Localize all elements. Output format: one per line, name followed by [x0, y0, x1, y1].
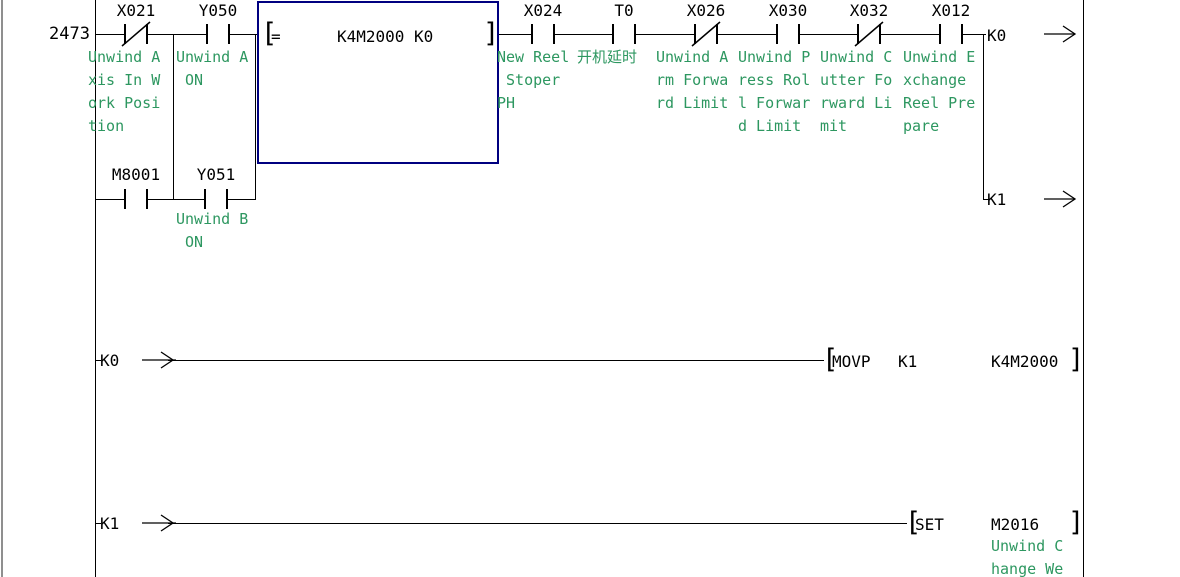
device-label-x026: X026 [670, 2, 742, 20]
comment-y050: Unwind A ON [176, 46, 248, 92]
movp-close-bracket: ] [1068, 346, 1084, 374]
wire-rung1-right [495, 34, 986, 35]
device-label-x012: X012 [915, 2, 987, 20]
device-label-x021: X021 [100, 2, 172, 20]
movp-operand1: K1 [898, 352, 917, 371]
instruction-movp[interactable]: [ MOVP K1 K4M2000 ] [820, 344, 1083, 378]
set-operand1: M2016 [991, 515, 1039, 534]
comment-m2016: Unwind C hange We [991, 535, 1063, 577]
comment-x026: Unwind A rm Forwa rd Limit [656, 46, 728, 115]
device-label-y050: Y050 [182, 2, 254, 20]
continuation-arrow-icon [1044, 190, 1078, 208]
comment-x012: Unwind E xchange Reel Pre pare [903, 46, 975, 138]
set-close-bracket: ] [1068, 509, 1084, 537]
nc-slash-icon [118, 19, 154, 49]
comment-y051: Unwind B ON [176, 208, 248, 254]
nc-slash-icon [851, 19, 887, 49]
comment-x021: Unwind A xis In W ork Posi tion [88, 46, 160, 138]
comment-x030: Unwind P ress Rol l Forwar d Limit [738, 46, 810, 138]
wire-cont1 [168, 360, 824, 361]
set-mnemonic: SET [915, 515, 944, 534]
contact-x021-normally-closed[interactable] [124, 24, 148, 44]
continuation1-label: K0 [100, 351, 119, 370]
device-label-x032: X032 [833, 2, 905, 20]
wire-cont2 [168, 523, 907, 524]
contact-t0-normally-open[interactable] [612, 24, 636, 44]
window-left-edge [1, 0, 3, 577]
contact-y050-normally-open[interactable] [206, 24, 230, 44]
selection-cursor-compare-instruction[interactable]: [ = K4M2000 K0 ] [257, 1, 499, 164]
wire-branch-row [95, 199, 256, 200]
compare-operand2: K0 [414, 27, 433, 46]
contact-x032-normally-closed[interactable] [857, 24, 881, 44]
continuation2-label: K1 [100, 514, 119, 533]
contact-x012-normally-open[interactable] [939, 24, 963, 44]
movp-mnemonic: MOVP [832, 352, 871, 371]
compare-close-bracket: ] [483, 20, 499, 48]
compare-operator: = [271, 27, 281, 46]
device-label-x024: X024 [507, 2, 579, 20]
wrap-label-k0: K0 [987, 26, 1006, 45]
rung-step-number: 2473 [40, 25, 90, 44]
wire-branch-junction-left [173, 34, 174, 200]
contact-x030-normally-open[interactable] [776, 24, 800, 44]
comment-x024: New Reel Stoper PH [497, 46, 569, 115]
device-label-x030: X030 [752, 2, 824, 20]
ladder-editor-canvas: 2473 X021 Unwind A xis In W ork Posi tio… [0, 0, 1180, 577]
comment-x032: Unwind C utter Fo rward Li mit [820, 46, 892, 138]
comment-t0: 开机延时 [577, 46, 637, 69]
contact-m8001-normally-open[interactable] [124, 189, 148, 209]
continuation-arrow-icon [1044, 25, 1078, 43]
contact-x024-normally-open[interactable] [531, 24, 555, 44]
device-label-y051: Y051 [180, 166, 252, 184]
contact-y051-normally-open[interactable] [204, 189, 228, 209]
contact-x026-normally-closed[interactable] [694, 24, 718, 44]
compare-operand1: K4M2000 [337, 27, 404, 46]
nc-slash-icon [688, 19, 724, 49]
wrap-label-k1: K1 [987, 190, 1006, 209]
device-label-t0: T0 [588, 2, 660, 20]
wire-output-branch [983, 34, 984, 200]
movp-operand2: K4M2000 [991, 352, 1058, 371]
right-power-rail [1083, 0, 1084, 577]
device-label-m8001: M8001 [100, 166, 172, 184]
wire-branch-junction-right [255, 34, 256, 200]
